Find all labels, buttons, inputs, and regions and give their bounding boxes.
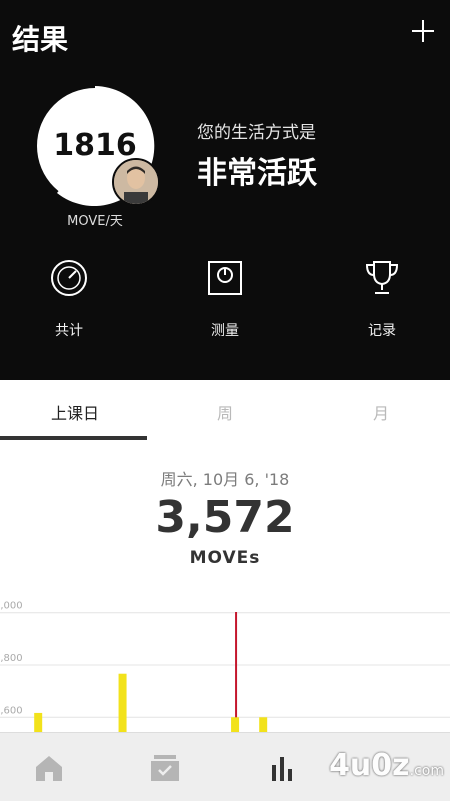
- watermark-logo: 4u0z.com: [329, 748, 444, 783]
- moves-unit-label: MOVE/天: [67, 214, 123, 229]
- quick-action-label: 共计: [55, 323, 83, 339]
- active-tab-indicator: [0, 436, 147, 440]
- tab-month[interactable]: 月: [306, 400, 450, 424]
- quick-action-measure[interactable]: 测量: [170, 258, 280, 340]
- avatar[interactable]: [112, 158, 160, 206]
- results-header: 结果 1816 MOVE/天 您的生活方式是 非常活跃 共计 测量 记录: [0, 0, 450, 380]
- quick-action-total[interactable]: 共计: [14, 258, 124, 340]
- moves-bar-chart[interactable]: 6,000 4,800 3,600: [0, 596, 450, 732]
- lifestyle-label: 您的生活方式是: [197, 123, 316, 143]
- summary-date: 周六, 10月 6, '18: [160, 470, 290, 489]
- page-title: 结果: [12, 23, 69, 56]
- trophy-icon: [365, 261, 399, 294]
- period-tabs: 上课日 周 月: [0, 382, 450, 440]
- add-icon[interactable]: [412, 20, 434, 42]
- chart-bar[interactable]: [118, 673, 127, 732]
- chart-y-tick-label: 6,000: [0, 601, 23, 612]
- lifestyle-value: 非常活跃: [197, 156, 317, 191]
- avatar-face-icon: [114, 160, 158, 204]
- summary-unit: MOVEs: [189, 548, 261, 568]
- watermark-text: 4u0z: [329, 748, 410, 783]
- bar-chart-icon[interactable]: [268, 751, 302, 785]
- tab-week[interactable]: 周: [150, 400, 300, 424]
- home-icon[interactable]: [32, 751, 66, 785]
- chart-bar[interactable]: [259, 717, 268, 732]
- quick-action-label: 记录: [368, 323, 396, 339]
- chart-bar[interactable]: [231, 717, 240, 732]
- chart-bar[interactable]: [34, 712, 43, 732]
- quick-action-label: 测量: [211, 323, 239, 339]
- watermark-suffix: .com: [409, 763, 444, 779]
- chart-y-tick-label: 4,800: [0, 653, 23, 664]
- scale-icon: [208, 261, 242, 295]
- gauge-icon: [51, 260, 87, 296]
- summary-value: 3,572: [155, 492, 295, 543]
- chart-y-tick-label: 3,600: [0, 705, 23, 716]
- tab-school-day[interactable]: 上课日: [0, 400, 150, 424]
- inbox-icon[interactable]: [148, 751, 182, 785]
- quick-action-records[interactable]: 记录: [327, 258, 437, 340]
